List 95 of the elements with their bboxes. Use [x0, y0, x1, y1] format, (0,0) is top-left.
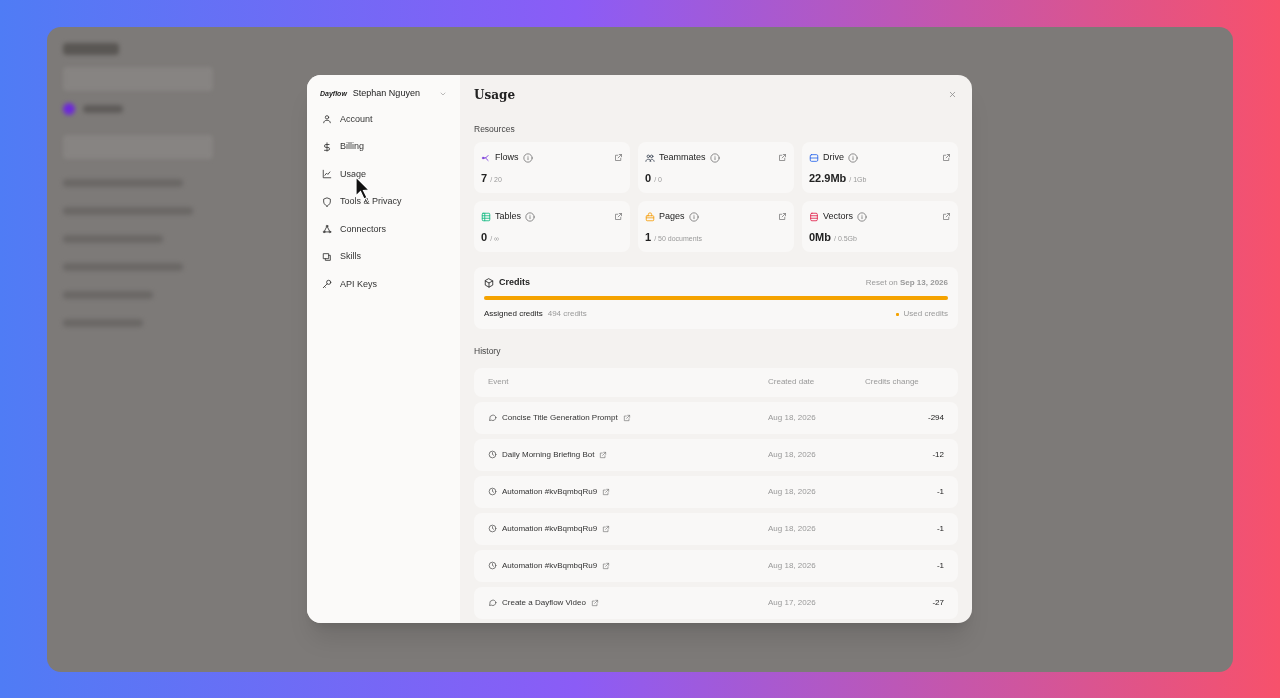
external-link-icon [942, 153, 951, 162]
branch-icon [481, 152, 491, 163]
sidebar-item[interactable]: Billing [320, 133, 447, 160]
column-header: Credits change [865, 376, 919, 388]
assigned-label: Assigned credits [484, 308, 543, 321]
section-heading: Resources [474, 123, 516, 136]
info-icon [522, 152, 533, 163]
person-icon [322, 114, 332, 125]
table-cell-text: Aug 18, 2026 [768, 559, 817, 572]
history-row[interactable]: Automation #kvBqmbqRu9 Aug 18, 2026 -1 [474, 549, 958, 582]
chat-bubble-icon [488, 413, 497, 422]
external-link-icon [614, 212, 623, 221]
clock-icon [488, 487, 497, 496]
assigned-value: 494 credits [547, 308, 588, 321]
info-icon [848, 152, 858, 163]
table-icon [481, 211, 491, 222]
drive-icon [809, 152, 819, 163]
info-icon [709, 152, 720, 163]
sidebar-item[interactable]: Tools & Privacy [320, 188, 447, 215]
reset-date: Reset on Sep 13, 2026 [865, 276, 948, 289]
card-value: 0 [645, 171, 652, 187]
card-label: Drive [823, 150, 844, 164]
connector-icon [322, 224, 332, 235]
line-chart-icon [322, 169, 332, 180]
external-link-icon [602, 487, 611, 496]
external-link-icon [614, 153, 623, 162]
card-value: 7 [481, 171, 488, 187]
card-value: 0 [481, 230, 488, 246]
dialog-title: Usage [474, 86, 516, 104]
event-name: Automation #kvBqmbqRu9 [502, 522, 598, 535]
clock-icon [488, 524, 497, 533]
table-cell-text: Aug 18, 2026 [768, 448, 817, 461]
sidebar-item[interactable]: Account [320, 106, 447, 133]
database-icon [809, 211, 819, 222]
external-link-icon [622, 413, 631, 422]
sidebar-item[interactable]: Connectors [320, 216, 447, 243]
event-name: Automation #kvBqmbqRu9 [502, 485, 598, 498]
shield-icon [322, 196, 332, 207]
credits-title: Credits [499, 275, 531, 289]
card-value: 1 [645, 230, 652, 246]
history-row[interactable]: Automation #kvBqmbqRu9 Aug 18, 2026 -1 [474, 512, 958, 545]
sidebar-item[interactable]: API Keys [320, 271, 447, 298]
info-icon [525, 211, 535, 222]
table-cell-text: -27 [931, 596, 944, 609]
history-row[interactable]: Create a Dayflow Video Aug 17, 2026 -27 [474, 586, 958, 619]
external-link-icon [778, 212, 787, 221]
info-icon [688, 211, 699, 222]
table-cell-text: Aug 17, 2026 [768, 596, 817, 609]
event-name: Create a Dayflow Video [502, 596, 586, 609]
chevron-down-icon [439, 90, 447, 98]
card-label: Tables [495, 209, 521, 223]
table-cell-text: -12 [931, 448, 944, 461]
chat-bubble-icon [488, 598, 497, 607]
sidebar-item[interactable]: Usage [320, 161, 447, 188]
card-label: Vectors [823, 209, 853, 223]
external-link-icon [778, 153, 787, 162]
history-row[interactable]: Daily Morning Briefing Bot Aug 18, 2026 -12 [474, 438, 958, 471]
legend-label: Used credits [903, 308, 948, 321]
card-label: Teammates [659, 150, 706, 164]
info-icon [857, 211, 867, 222]
sidebar-item[interactable]: Skills [320, 243, 447, 270]
event-name: Automation #kvBqmbqRu9 [502, 559, 598, 572]
user-name: Stephan Nguyen [352, 87, 421, 101]
section-heading: History [474, 344, 502, 358]
close-icon [947, 90, 957, 99]
card-label: Flows [495, 150, 519, 164]
dollar-icon [322, 141, 332, 152]
external-link-icon [590, 598, 599, 607]
cube-icon [484, 277, 494, 288]
clock-icon [488, 561, 497, 570]
column-header: Event [488, 376, 510, 388]
event-name: Daily Morning Briefing Bot [502, 448, 595, 461]
people-icon [645, 152, 655, 163]
event-name: Concise Title Generation Prompt [502, 411, 618, 424]
table-cell-text: -1 [935, 559, 944, 572]
table-cell-text: -1 [935, 485, 944, 498]
table-cell-text: Aug 18, 2026 [768, 411, 817, 424]
table-cell-text: Aug 18, 2026 [768, 522, 817, 535]
external-link-icon [602, 524, 611, 533]
basket-icon [645, 211, 655, 222]
external-link-icon [942, 212, 951, 221]
table-cell-text: Aug 18, 2026 [768, 485, 817, 498]
clock-icon [488, 450, 497, 459]
column-header: Created date [768, 376, 816, 388]
table-cell-text: -1 [935, 522, 944, 535]
card-label: Pages [659, 209, 685, 223]
card-value: 0Mb [809, 230, 831, 246]
legend-swatch [895, 312, 899, 316]
external-link-icon [602, 561, 611, 570]
table-cell-text: -294 [927, 411, 944, 424]
key-icon [322, 279, 332, 290]
card-value: 22.9Mb [809, 171, 847, 187]
history-row[interactable]: Concise Title Generation Prompt Aug 18, 2026 -294 [474, 401, 958, 434]
history-row[interactable]: Automation #kvBqmbqRu9 Aug 18, 2026 -1 [474, 475, 958, 508]
external-link-icon [599, 450, 608, 459]
